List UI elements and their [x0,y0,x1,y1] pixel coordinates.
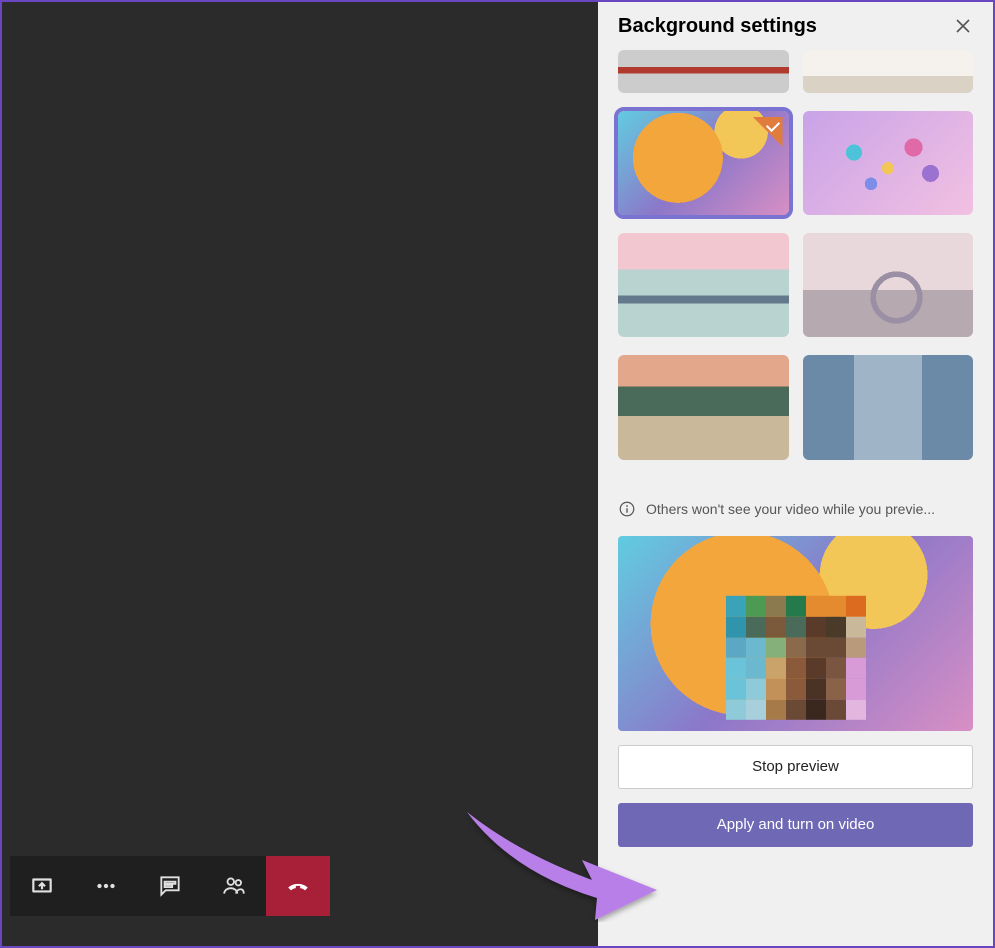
apply-button[interactable]: Apply and turn on video [618,803,973,847]
background-option-lobby[interactable] [618,50,789,93]
background-grid [610,50,981,470]
chat-icon [157,873,183,899]
background-option-classroom[interactable] [618,355,789,459]
background-option-bubbles[interactable] [803,111,974,215]
close-panel-button[interactable] [949,12,977,40]
pixelated-face [726,596,866,720]
background-settings-panel: Background settings Others won't see you… [598,2,993,946]
background-option-bridge[interactable] [618,233,789,337]
info-row: Others won't see your video while you pr… [610,470,981,528]
share-screen-button[interactable] [10,856,74,916]
share-icon [29,873,55,899]
more-actions-button[interactable] [74,856,138,916]
background-option-room[interactable] [803,50,974,93]
background-option-lab[interactable] [803,355,974,459]
video-preview [618,536,973,731]
info-text: Others won't see your video while you pr… [646,501,935,517]
chat-button[interactable] [138,856,202,916]
background-option-balloon[interactable] [618,111,789,215]
info-icon [618,500,636,518]
hangup-button[interactable] [266,856,330,916]
panel-title: Background settings [618,15,817,38]
participants-button[interactable] [202,856,266,916]
ellipsis-icon [93,873,119,899]
stop-preview-button[interactable]: Stop preview [618,745,973,789]
panel-buttons: Stop preview Apply and turn on video [610,731,981,847]
panel-header: Background settings [610,2,981,50]
call-toolbar [10,856,330,916]
background-option-arch[interactable] [803,233,974,337]
selected-check-icon [753,117,783,147]
video-area [2,2,598,946]
people-icon [221,873,247,899]
hangup-icon [285,873,311,899]
close-icon [956,19,970,33]
